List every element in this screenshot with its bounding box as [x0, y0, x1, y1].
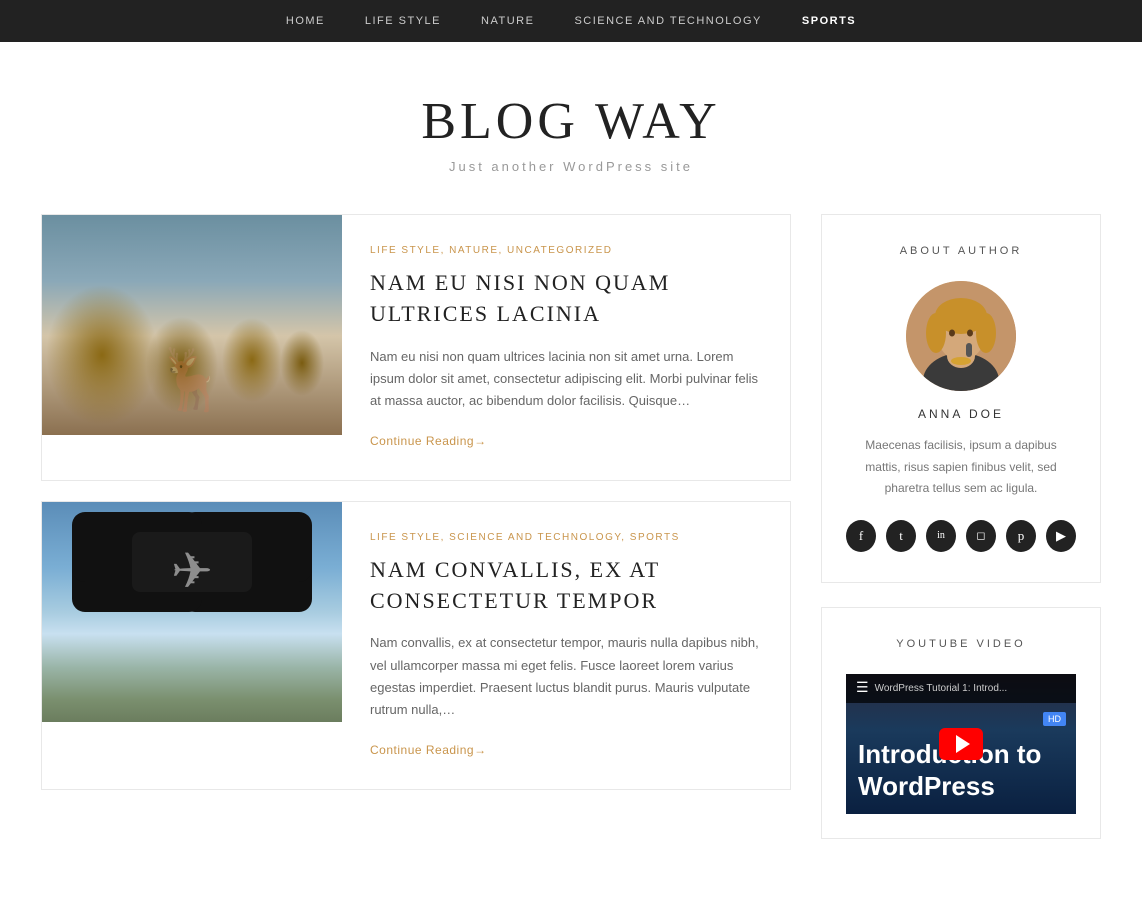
youtube-widget: YOUTUBE VIDEO ☰ WordPress Tutorial 1: In…	[821, 607, 1101, 839]
youtube-widget-title: YOUTUBE VIDEO	[846, 638, 1076, 650]
post-title: NAM EU NISI NON QUAM ULTRICES LACINIA	[370, 268, 762, 330]
post-body: LIFE STYLE, SCIENCE AND TECHNOLOGY, SPOR…	[342, 502, 790, 789]
post-title: NAM CONVALLIS, EX AT CONSECTETUR TEMPOR	[370, 555, 762, 617]
post-excerpt: Nam convallis, ex at consectetur tempor,…	[370, 632, 762, 720]
yt-menu-icon: ☰	[856, 680, 869, 697]
social-twitter[interactable]: t	[886, 520, 916, 552]
continue-reading-link-2[interactable]: Continue Reading→	[370, 743, 487, 757]
post-card: LIFE STYLE, NATURE, UNCATEGORIZED NAM EU…	[41, 214, 791, 481]
twitter-icon: t	[899, 528, 903, 544]
social-youtube[interactable]: ▶	[1046, 520, 1076, 552]
author-widget: ABOUT AUTHOR	[821, 214, 1101, 583]
site-tagline: Just another WordPress site	[20, 159, 1122, 174]
facebook-icon: f	[859, 528, 863, 544]
author-widget-title: ABOUT AUTHOR	[846, 245, 1076, 257]
site-title: BLOG WAY	[20, 92, 1122, 151]
social-facebook[interactable]: f	[846, 520, 876, 552]
author-avatar	[906, 281, 1016, 391]
post-image-drone	[42, 502, 342, 722]
social-pinterest[interactable]: p	[1006, 520, 1036, 552]
linkedin-icon: in	[937, 530, 945, 541]
author-bio: Maecenas facilisis, ipsum a dapibus matt…	[846, 435, 1076, 500]
continue-reading-link[interactable]: Continue Reading→	[370, 434, 487, 448]
nav-science[interactable]: SCIENCE AND TECHNOLOGY	[574, 15, 761, 27]
social-linkedin[interactable]: in	[926, 520, 956, 552]
post-categories: LIFE STYLE, NATURE, UNCATEGORIZED	[370, 245, 762, 256]
post-image-deer	[42, 215, 342, 435]
social-icons: f t in ◻ p ▶	[846, 520, 1076, 552]
nav-home[interactable]: HOME	[286, 15, 325, 27]
youtube-play-button[interactable]	[939, 728, 983, 760]
social-instagram[interactable]: ◻	[966, 520, 996, 552]
youtube-thumbnail[interactable]: ☰ WordPress Tutorial 1: Introd... HD Int…	[846, 674, 1076, 814]
post-card: LIFE STYLE, SCIENCE AND TECHNOLOGY, SPOR…	[41, 501, 791, 790]
yt-top-text: WordPress Tutorial 1: Introd...	[875, 683, 1008, 694]
content-area: LIFE STYLE, NATURE, UNCATEGORIZED NAM EU…	[21, 214, 1121, 923]
post-body: LIFE STYLE, NATURE, UNCATEGORIZED NAM EU…	[342, 215, 790, 480]
sidebar: ABOUT AUTHOR	[821, 214, 1101, 863]
author-name: ANNA DOE	[846, 407, 1076, 421]
yt-badge: HD	[1043, 712, 1066, 726]
main-content: LIFE STYLE, NATURE, UNCATEGORIZED NAM EU…	[41, 214, 791, 863]
yt-top-bar: ☰ WordPress Tutorial 1: Introd...	[846, 674, 1076, 703]
site-header: BLOG WAY Just another WordPress site	[0, 42, 1142, 214]
post-excerpt: Nam eu nisi non quam ultrices lacinia no…	[370, 346, 762, 412]
pinterest-icon: p	[1018, 528, 1025, 544]
post-categories: LIFE STYLE, SCIENCE AND TECHNOLOGY, SPOR…	[370, 532, 762, 543]
youtube-icon: ▶	[1056, 528, 1066, 544]
main-nav: HOME LIFE STYLE NATURE SCIENCE AND TECHN…	[0, 0, 1142, 42]
nav-nature[interactable]: NATURE	[481, 15, 534, 27]
nav-sports[interactable]: SPORTS	[802, 15, 856, 27]
instagram-icon: ◻	[976, 529, 985, 542]
nav-lifestyle[interactable]: LIFE STYLE	[365, 15, 441, 27]
